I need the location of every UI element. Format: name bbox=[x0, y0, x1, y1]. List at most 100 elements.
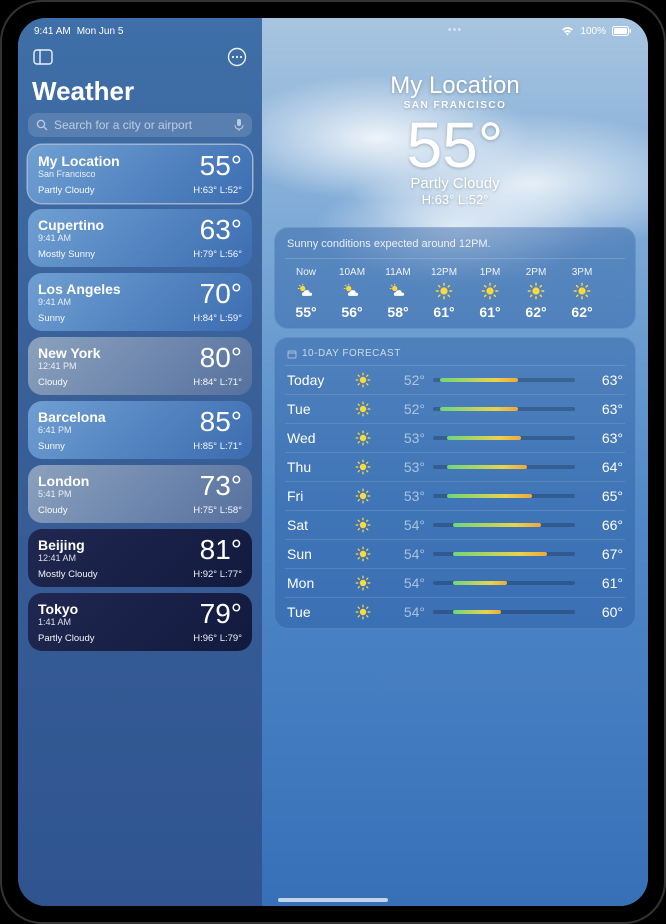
city-name: Tokyo bbox=[38, 601, 78, 617]
hour-cell: 11AM 58° bbox=[377, 267, 419, 320]
city-temp: 85° bbox=[200, 409, 242, 434]
search-field[interactable] bbox=[28, 113, 252, 137]
forecast-header: 10-DAY FORECAST bbox=[302, 348, 401, 359]
city-card[interactable]: Cupertino 9:41 AM 63° Mostly Sunny H:79°… bbox=[28, 209, 252, 267]
city-range: H:96° L:79° bbox=[193, 633, 242, 644]
city-condition: Mostly Sunny bbox=[38, 249, 95, 260]
day-label: Tue bbox=[287, 401, 343, 417]
temp-range-bar bbox=[433, 465, 575, 469]
hour-temp: 61° bbox=[469, 304, 511, 320]
weather-icon bbox=[515, 282, 557, 300]
weather-icon bbox=[377, 282, 419, 300]
forecast-row[interactable]: Tue 54° 60° bbox=[285, 598, 625, 626]
city-subtitle: 5:41 PM bbox=[38, 489, 89, 499]
forecast-row[interactable]: Fri 53° 65° bbox=[285, 482, 625, 511]
high-temp: 66° bbox=[583, 517, 623, 533]
current-conditions: My Location SAN FRANCISCO 55° Partly Clo… bbox=[262, 18, 648, 207]
city-name: London bbox=[38, 473, 89, 489]
main-panel[interactable]: ••• My Location SAN FRANCISCO 55° Partly… bbox=[262, 18, 648, 906]
weather-icon bbox=[351, 517, 375, 533]
search-input[interactable] bbox=[54, 118, 228, 132]
wifi-icon bbox=[561, 26, 574, 36]
hour-label: 10AM bbox=[331, 267, 373, 278]
low-temp: 53° bbox=[383, 488, 425, 504]
hourly-note: Sunny conditions expected around 12PM. bbox=[285, 238, 625, 259]
city-card[interactable]: New York 12:41 PM 80° Cloudy H:84° L:71° bbox=[28, 337, 252, 395]
weather-icon bbox=[351, 575, 375, 591]
city-card[interactable]: Barcelona 6:41 PM 85° Sunny H:85° L:71° bbox=[28, 401, 252, 459]
city-name: Cupertino bbox=[38, 217, 104, 233]
forecast-row[interactable]: Today 52° 63° bbox=[285, 366, 625, 395]
city-range: H:84° L:59° bbox=[193, 313, 242, 324]
city-subtitle: San Francisco bbox=[38, 169, 120, 179]
low-temp: 54° bbox=[383, 575, 425, 591]
city-card[interactable]: Los Angeles 9:41 AM 70° Sunny H:84° L:59… bbox=[28, 273, 252, 331]
weather-icon bbox=[351, 401, 375, 417]
temp-range-bar bbox=[433, 610, 575, 614]
high-temp: 67° bbox=[583, 546, 623, 562]
city-card[interactable]: My Location San Francisco 55° Partly Clo… bbox=[28, 145, 252, 203]
weather-icon bbox=[351, 488, 375, 504]
city-condition: Partly Cloudy bbox=[38, 185, 95, 196]
temp-range-bar bbox=[433, 581, 575, 585]
forecast-row[interactable]: Tue 52° 63° bbox=[285, 395, 625, 424]
city-temp: 70° bbox=[200, 281, 242, 306]
status-date: Mon Jun 5 bbox=[77, 26, 124, 37]
temp-range-bar bbox=[433, 494, 575, 498]
hour-temp: 55° bbox=[285, 304, 327, 320]
weather-icon bbox=[351, 604, 375, 620]
high-temp: 63° bbox=[583, 430, 623, 446]
weather-icon bbox=[561, 282, 603, 300]
weather-icon bbox=[423, 282, 465, 300]
weather-icon bbox=[285, 282, 327, 300]
city-temp: 80° bbox=[200, 345, 242, 370]
dictate-icon[interactable] bbox=[234, 118, 244, 132]
forecast-row[interactable]: Sat 54° 66° bbox=[285, 511, 625, 540]
high-temp: 65° bbox=[583, 488, 623, 504]
city-card[interactable]: Beijing 12:41 AM 81° Mostly Cloudy H:92°… bbox=[28, 529, 252, 587]
high-temp: 63° bbox=[583, 372, 623, 388]
hour-label: 12PM bbox=[423, 267, 465, 278]
forecast-row[interactable]: Sun 54° 67° bbox=[285, 540, 625, 569]
forecast-card[interactable]: 10-DAY FORECAST Today 52° 63°Tue 52° 63°… bbox=[274, 337, 636, 629]
city-subtitle: 12:41 PM bbox=[38, 361, 101, 371]
current-range: H:63° L:52° bbox=[262, 192, 648, 207]
city-condition: Sunny bbox=[38, 313, 65, 324]
low-temp: 54° bbox=[383, 517, 425, 533]
forecast-row[interactable]: Thu 53° 64° bbox=[285, 453, 625, 482]
more-options-button[interactable] bbox=[226, 46, 248, 68]
search-icon bbox=[36, 119, 48, 131]
hour-cell: 3PM 62° bbox=[561, 267, 603, 320]
low-temp: 52° bbox=[383, 401, 425, 417]
ipad-frame: 9:41 AM Mon Jun 5 100% Weather bbox=[0, 0, 666, 924]
home-indicator[interactable] bbox=[278, 898, 388, 902]
temp-range-bar bbox=[433, 407, 575, 411]
city-condition: Mostly Cloudy bbox=[38, 569, 98, 580]
city-temp: 79° bbox=[200, 601, 242, 626]
temp-range-bar bbox=[433, 436, 575, 440]
city-subtitle: 6:41 PM bbox=[38, 425, 106, 435]
low-temp: 53° bbox=[383, 430, 425, 446]
city-subtitle: 9:41 AM bbox=[38, 297, 121, 307]
forecast-row[interactable]: Mon 54° 61° bbox=[285, 569, 625, 598]
battery-pct: 100% bbox=[580, 26, 606, 37]
hour-temp: 62° bbox=[561, 304, 603, 320]
low-temp: 52° bbox=[383, 372, 425, 388]
city-card[interactable]: London 5:41 PM 73° Cloudy H:75° L:58° bbox=[28, 465, 252, 523]
hourly-row[interactable]: Now 55°10AM 56°11AM 58°12PM 61°1PM 61°2P… bbox=[285, 259, 625, 320]
toggle-sidebar-button[interactable] bbox=[32, 46, 54, 68]
city-name: My Location bbox=[38, 153, 120, 169]
high-temp: 60° bbox=[583, 604, 623, 620]
forecast-row[interactable]: Wed 53° 63° bbox=[285, 424, 625, 453]
hourly-card[interactable]: Sunny conditions expected around 12PM. N… bbox=[274, 227, 636, 329]
city-list: My Location San Francisco 55° Partly Clo… bbox=[28, 145, 252, 651]
city-condition: Cloudy bbox=[38, 505, 68, 516]
weather-icon bbox=[351, 372, 375, 388]
city-name: Beijing bbox=[38, 537, 85, 553]
day-label: Wed bbox=[287, 430, 343, 446]
hour-label: 1PM bbox=[469, 267, 511, 278]
day-label: Fri bbox=[287, 488, 343, 504]
high-temp: 64° bbox=[583, 459, 623, 475]
hour-cell: 12PM 61° bbox=[423, 267, 465, 320]
city-card[interactable]: Tokyo 1:41 AM 79° Partly Cloudy H:96° L:… bbox=[28, 593, 252, 651]
